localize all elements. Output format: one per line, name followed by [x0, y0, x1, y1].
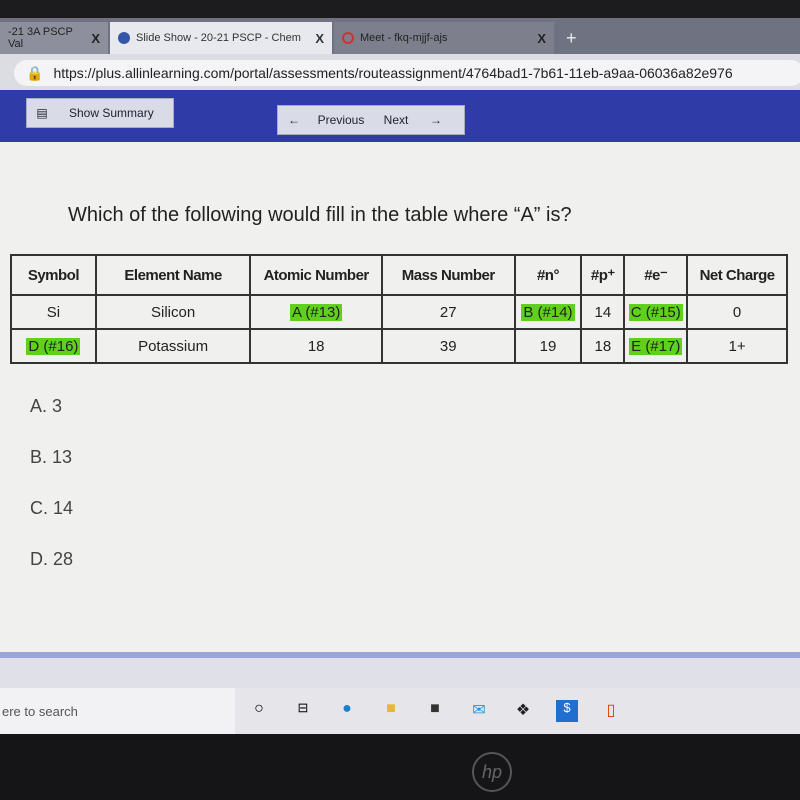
cell-value: 27 [439, 303, 457, 321]
column-header: Net Charge [686, 254, 788, 296]
question-text: Which of the following would fill in the… [68, 204, 572, 226]
lock-icon: 🔒 [26, 64, 44, 81]
edge-icon[interactable]: ● [336, 700, 358, 722]
cell-value: 19 [539, 337, 557, 355]
table-cell: 0 [686, 294, 788, 330]
tab-label: Slide Show - 20-21 PSCP - Chem [136, 32, 301, 44]
table-row: D (#16) Potassium 18 39 19 18 E (#17) 1+ [10, 328, 788, 364]
table-cell: Potassium [94, 328, 252, 364]
highlighted-value: D (#16) [26, 337, 81, 355]
column-header: #e⁻ [623, 254, 689, 296]
column-header: #n° [513, 254, 583, 296]
search-placeholder: ere to search [2, 703, 78, 719]
task-view-icon[interactable]: ⊟ [292, 700, 314, 722]
cell-value: Potassium [138, 337, 209, 355]
mail-icon[interactable]: ✉ [468, 700, 490, 722]
cortana-icon[interactable]: ○ [248, 700, 270, 722]
dropbox-icon[interactable]: ❖ [512, 700, 534, 722]
arrow-left-icon[interactable]: ← [278, 113, 310, 127]
app-icon[interactable]: $ [556, 700, 578, 722]
browser-tab-bar: -21 3A PSCP Val X Slide Show - 20-21 PSCP… [0, 18, 800, 54]
highlighted-value: E (#17) [629, 337, 683, 355]
file-explorer-icon[interactable]: ■ [380, 700, 402, 722]
office-icon[interactable]: ▯ [600, 700, 622, 722]
cell-value: 39 [439, 337, 457, 355]
question-panel: Which of the following would fill in the… [0, 142, 800, 652]
table-cell: A (#13) [249, 294, 383, 330]
cell-value: Si [46, 303, 61, 321]
next-button[interactable]: Next [372, 113, 420, 127]
monitor-bezel [0, 734, 800, 800]
column-header: Symbol [10, 254, 97, 296]
tab-meet[interactable]: Meet - fkq-mjjf-ajs X [334, 22, 554, 54]
arrow-right-icon[interactable]: → [420, 113, 452, 127]
table-cell: 27 [380, 294, 516, 330]
tab-label: Meet - fkq-mjjf-ajs [360, 32, 448, 44]
tab-slide-show[interactable]: Slide Show - 20-21 PSCP - Chem X [110, 22, 332, 54]
element-table: Symbol Element Name Atomic Number Mass Numb… [10, 254, 788, 364]
column-header: Atomic Number [249, 254, 383, 296]
table-cell: Silicon [94, 294, 252, 330]
table-cell: D (#16) [10, 328, 97, 364]
table-cell: B (#14) [513, 294, 583, 330]
table-cell: 18 [580, 328, 626, 364]
table-cell: 14 [580, 294, 626, 330]
answer-choice-d[interactable]: D. 28 [30, 549, 73, 570]
table-cell: 39 [380, 328, 516, 364]
column-header: #p⁺ [580, 254, 626, 296]
show-summary-button[interactable]: ▤ Show Summary [26, 98, 174, 128]
button-label: Show Summary [69, 106, 154, 120]
cell-value: 18 [594, 337, 612, 355]
table-cell: 18 [249, 328, 383, 364]
close-icon[interactable]: X [537, 31, 546, 46]
cell-value: Silicon [151, 303, 196, 321]
cell-value: 14 [594, 303, 612, 321]
url-field[interactable]: 🔒 https://plus.allinlearning.com/portal/a… [14, 60, 800, 86]
answer-choice-c[interactable]: C. 14 [30, 498, 73, 519]
highlighted-value: B (#14) [521, 303, 575, 321]
cell-value: 18 [307, 337, 325, 355]
hp-logo: hp [472, 752, 512, 792]
cell-value: 1+ [728, 337, 746, 355]
cell-value: 0 [732, 303, 742, 321]
previous-button[interactable]: Previous [310, 113, 372, 127]
column-header: Element Name [94, 254, 252, 296]
chrome-icon [118, 32, 130, 44]
tab-pscp-val[interactable]: -21 3A PSCP Val X [0, 22, 108, 54]
column-header: Mass Number [380, 254, 516, 296]
close-icon[interactable]: X [91, 31, 100, 46]
highlighted-value: A (#13) [289, 303, 343, 321]
close-icon[interactable]: X [315, 31, 324, 46]
tab-label: -21 3A PSCP Val [8, 26, 73, 50]
assessment-toolbar: ▤ Show Summary ← Previous Next → [0, 90, 800, 142]
new-tab-button[interactable]: + [558, 22, 585, 54]
address-bar-area: 🔒 https://plus.allinlearning.com/portal/a… [0, 54, 800, 90]
table-cell: E (#17) [623, 328, 689, 364]
table-cell: 19 [513, 328, 583, 364]
table-cell: C (#15) [623, 294, 689, 330]
table-cell: Si [10, 294, 97, 330]
answer-choice-b[interactable]: B. 13 [30, 447, 72, 468]
highlighted-value: C (#15) [628, 303, 683, 321]
taskbar-search[interactable]: ere to search [0, 688, 235, 734]
page-footer [0, 652, 800, 688]
store-icon[interactable]: ■ [424, 700, 446, 722]
meet-icon [342, 32, 354, 44]
taskbar: ere to search ○ ⊟ ● ■ ■ ✉ ❖ $ ▯ [0, 688, 800, 734]
answer-choice-a[interactable]: A. 3 [30, 396, 62, 417]
url-text: https://plus.allinlearning.com/portal/as… [53, 65, 733, 81]
list-icon: ▤ [36, 106, 48, 120]
table-cell: 1+ [686, 328, 788, 364]
navigation-group: ← Previous Next → [277, 105, 465, 135]
table-row: Si Silicon A (#13) 27 B (#14) 14 C (#15) 0 [10, 294, 788, 330]
